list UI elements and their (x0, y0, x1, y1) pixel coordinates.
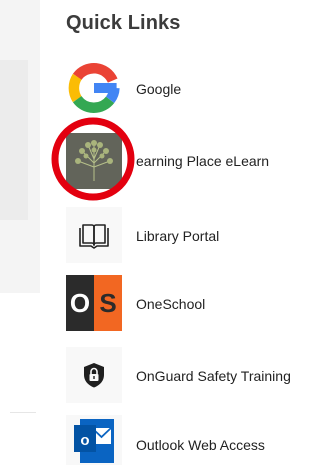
google-icon (66, 60, 122, 116)
quick-link-label: Library Portal (136, 228, 220, 244)
quick-link-outlook[interactable]: o Outlook Web Access (0, 415, 312, 465)
svg-text:S: S (99, 288, 116, 318)
outlook-icon: o (66, 415, 122, 465)
left-divider (10, 412, 36, 413)
quick-link-onguard[interactable]: OnGuard Safety Training (0, 347, 312, 407)
quick-link-label: Outlook Web Access (136, 437, 265, 453)
svg-text:O: O (70, 288, 90, 318)
quick-link-label: Google (136, 81, 182, 97)
quick-links-heading: Quick Links (66, 12, 181, 34)
quick-link-label: OnGuard Safety Training (136, 368, 291, 384)
quick-link-oneschool[interactable]: O S OneSchool (0, 275, 312, 335)
quick-link-label: earning Place eLearn (136, 153, 270, 169)
book-icon (66, 207, 122, 263)
quick-link-google[interactable]: Google (0, 60, 312, 120)
svg-text:o: o (80, 432, 89, 449)
oneschool-icon: O S (66, 275, 122, 331)
shield-lock-icon (66, 347, 122, 403)
learning-place-tree-icon (66, 133, 122, 189)
quick-link-label: OneSchool (136, 296, 206, 312)
quick-links-page: Quick Links Google earning Place eLearn … (0, 0, 312, 465)
quick-link-learning-place[interactable]: earning Place eLearn (0, 131, 312, 191)
quick-link-library-portal[interactable]: Library Portal (0, 207, 312, 267)
